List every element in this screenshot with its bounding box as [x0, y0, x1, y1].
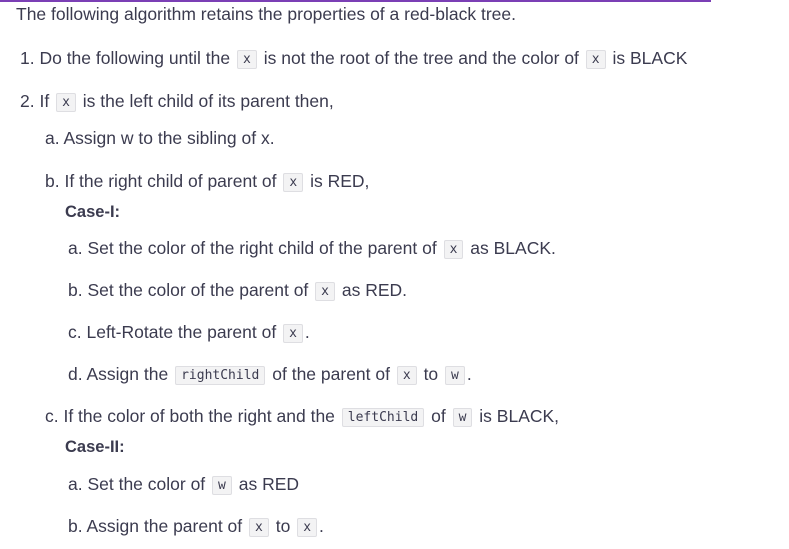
- case-2-step-a: a. Set the color of w as RED: [68, 473, 299, 498]
- code-rightchild: rightChild: [175, 366, 266, 385]
- step-2c-text-c: is BLACK,: [479, 406, 560, 426]
- code-w: w: [445, 366, 465, 385]
- code-leftchild: leftChild: [341, 408, 425, 427]
- case-2-title: Case-II:: [65, 436, 125, 458]
- code-x: x: [283, 324, 303, 343]
- top-border-line: [0, 0, 711, 2]
- case-1-title-label: Case-I:: [65, 203, 121, 221]
- case-1-c-text-b: .: [304, 322, 310, 342]
- code-x: x: [315, 282, 335, 301]
- step-2c: c. If the color of both the right and th…: [45, 405, 559, 430]
- step-2b-text-a: b. If the right child of parent of: [45, 171, 277, 191]
- case-2-a-text-b: as RED: [238, 474, 300, 494]
- case-1-step-b: b. Set the color of the parent of x as R…: [68, 279, 407, 304]
- code-x: x: [283, 173, 304, 192]
- case-1-d-text-a: d. Assign the: [68, 364, 169, 384]
- case-2-b-text-b: to: [275, 516, 291, 536]
- case-1-d-text-d: .: [466, 364, 472, 384]
- case-1-step-a: a. Set the color of the right child of t…: [68, 237, 556, 262]
- case-1-b-text-b: as RED.: [341, 280, 408, 300]
- code-x: x: [585, 50, 606, 69]
- case-1-title: Case-I:: [65, 201, 120, 223]
- case-1-d-text-c: to: [423, 364, 439, 384]
- step-1: 1. Do the following until the x is not t…: [20, 47, 687, 72]
- code-w: w: [212, 476, 232, 495]
- case-2-step-b: b. Assign the parent of x to x.: [68, 515, 324, 540]
- code-x: x: [249, 518, 269, 537]
- step-2a-text: a. Assign w to the sibling of x.: [45, 128, 275, 148]
- case-2-b-text-c: .: [319, 516, 324, 536]
- code-w: w: [452, 408, 473, 427]
- case-2-a-text-a: a. Set the color of: [68, 474, 206, 494]
- step-2c-text-b: of: [431, 406, 446, 426]
- code-x: x: [56, 93, 76, 112]
- step-2b-text-b: is RED,: [310, 171, 370, 191]
- code-x: x: [297, 518, 318, 537]
- step-1-text-b: is not the root of the tree and the colo…: [263, 48, 579, 68]
- code-x: x: [237, 50, 257, 69]
- case-1-a-text-a: a. Set the color of the right child of t…: [68, 238, 437, 258]
- case-2-b-text-a: b. Assign the parent of: [68, 516, 243, 536]
- code-x: x: [396, 366, 417, 385]
- intro-label: The following algorithm retains the prop…: [16, 4, 516, 24]
- case-1-c-text-a: c. Left-Rotate the parent of: [68, 322, 277, 342]
- case-1-b-text-a: b. Set the color of the parent of: [68, 280, 309, 300]
- step-2b: b. If the right child of parent of x is …: [45, 170, 369, 195]
- case-1-step-c: c. Left-Rotate the parent of x.: [68, 321, 310, 346]
- step-2-text-a: 2. If: [20, 91, 50, 111]
- step-1-text-c: is BLACK: [612, 48, 688, 68]
- intro-text: The following algorithm retains the prop…: [16, 3, 516, 25]
- case-1-step-d: d. Assign the rightChild of the parent o…: [68, 363, 472, 388]
- step-2: 2. If x is the left child of its parent …: [20, 90, 334, 115]
- step-2c-text-a: c. If the color of both the right and th…: [45, 406, 335, 426]
- step-1-text-a: 1. Do the following until the: [20, 48, 231, 68]
- case-2-title-label: Case-II:: [65, 438, 125, 456]
- step-2a: a. Assign w to the sibling of x.: [45, 127, 275, 149]
- code-x: x: [443, 240, 464, 259]
- case-1-d-text-b: of the parent of: [272, 364, 390, 384]
- step-2-text-b: is the left child of its parent then,: [82, 91, 334, 111]
- case-1-a-text-b: as BLACK.: [470, 238, 556, 258]
